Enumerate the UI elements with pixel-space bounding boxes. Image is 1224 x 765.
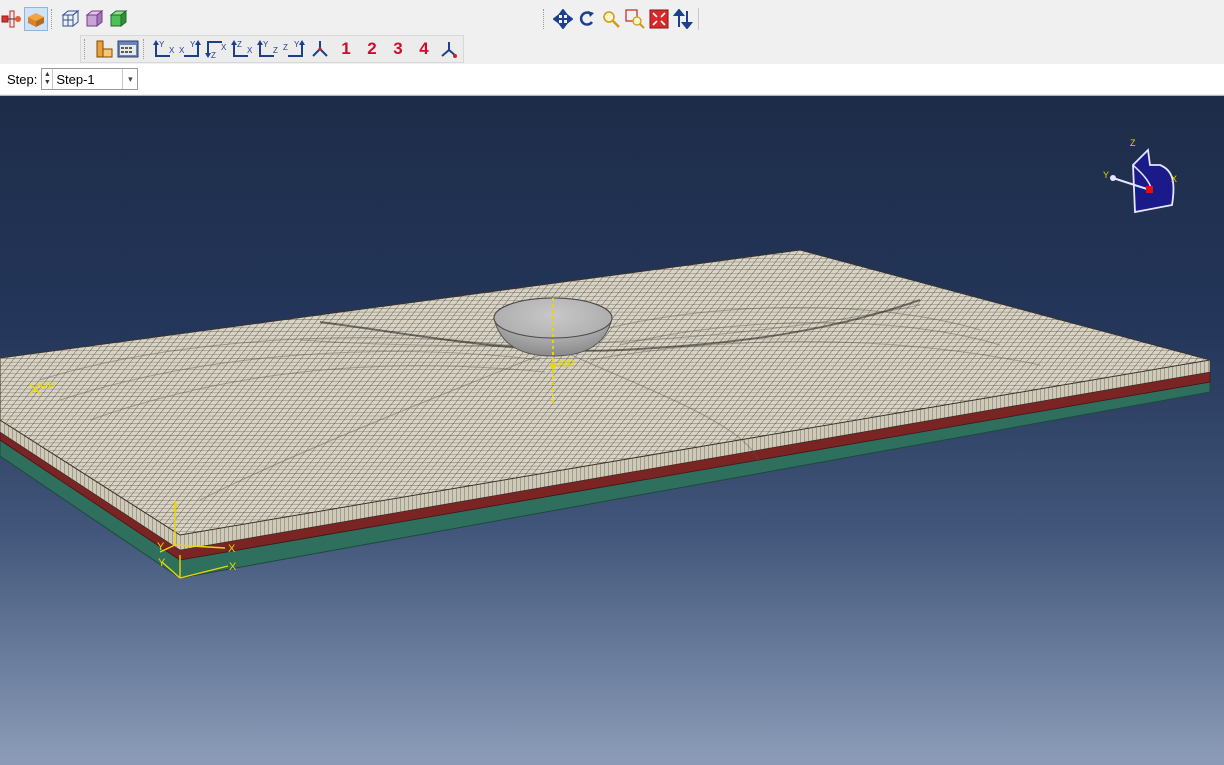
svg-text:Y: Y [159,40,165,49]
triad-y-label: Y [1103,170,1109,180]
auto-fit-icon[interactable] [647,7,671,31]
view-iso-icon[interactable] [307,37,333,61]
model-tree-icon[interactable] [0,7,24,31]
view-front-icon[interactable]: YX [151,37,177,61]
view-options-icon[interactable] [92,37,116,61]
csys-z-label: Z [172,503,179,515]
user-view-4-button[interactable]: 4 [411,37,437,61]
svg-text:X: X [247,46,253,55]
rp-label-left: RP [40,381,55,393]
step-value: Step-1 [56,71,95,87]
csys-y1-label: Y [157,541,165,553]
shaded-icon[interactable] [107,7,131,31]
svg-text:Z: Z [283,43,288,52]
cycle-view-icon[interactable] [671,7,695,31]
rp-label-center: RP [558,357,575,371]
svg-text:Z: Z [211,51,216,60]
pan-icon[interactable] [551,7,575,31]
toolbar-row-1-left [0,6,131,32]
toolbar-grip [51,9,55,29]
view-left-icon[interactable]: YZ [255,37,281,61]
toolbar-area: YX XY ZX ZX YZ ZY 1 2 3 4 Step: ▲ ▼ Step… [0,0,1224,96]
rotate-icon[interactable] [575,7,599,31]
model-canvas[interactable]: RP RP Z Y X Y X Z Y X [0,96,1224,765]
toolbar-grip [84,39,88,59]
viewport[interactable]: RP RP Z Y X Y X Z Y X [0,96,1224,765]
svg-text:Y: Y [263,40,269,49]
user-view-1-button[interactable]: 1 [333,37,359,61]
toolbar-grip [543,9,547,29]
csys-x2-label: X [229,561,237,573]
triad-view-icon[interactable] [437,37,461,61]
csys-x1-label: X [228,543,236,555]
step-label: Step: [7,71,38,87]
chevron-down-icon[interactable]: ▾ [122,69,137,89]
svg-text:Z: Z [273,46,278,55]
triad-x-label: X [1171,174,1177,184]
svg-text:Y: Y [294,40,300,49]
toolbar-separator [698,8,699,30]
magnify-icon[interactable] [599,7,623,31]
toolbar-grip [143,39,147,59]
view-right-icon[interactable]: ZY [281,37,307,61]
svg-text:Z: Z [237,40,242,49]
csys-y2-label: Y [158,557,166,569]
step-select[interactable]: ▲ ▼ Step-1 ▾ [41,68,139,90]
step-spin-control[interactable]: ▲ ▼ [42,69,54,89]
view-top-icon[interactable]: ZX [203,37,229,61]
svg-text:X: X [169,46,175,55]
user-view-3-button[interactable]: 3 [385,37,411,61]
hidden-line-icon[interactable] [83,7,107,31]
part-icon[interactable] [24,7,48,31]
view-back-icon[interactable]: XY [177,37,203,61]
step-row: Step: ▲ ▼ Step-1 ▾ [0,64,1224,94]
render-style-icon[interactable] [116,37,140,61]
toolbar-row-2: YX XY ZX ZX YZ ZY 1 2 3 4 [80,35,464,63]
wireframe-icon[interactable] [59,7,83,31]
triad-z-label: Z [1130,138,1136,148]
user-view-2-button[interactable]: 2 [359,37,385,61]
view-triad[interactable]: Z Y X [1103,138,1177,214]
view-bottom-icon[interactable]: ZX [229,37,255,61]
toolbar-row-1-view [540,6,702,32]
svg-text:X: X [221,43,227,52]
svg-text:X: X [179,46,185,55]
svg-text:Y: Y [190,40,196,49]
box-zoom-icon[interactable] [623,7,647,31]
